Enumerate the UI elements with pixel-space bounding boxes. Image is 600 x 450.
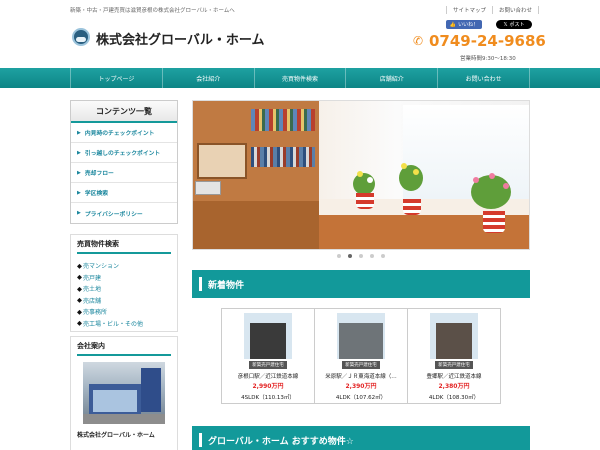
company-info-box: 会社案内 株式会社グローバル・ホーム xyxy=(70,336,178,450)
business-hours: 営業時間9:30～18:30 xyxy=(460,56,516,62)
listing-station: 米原駅／ＪＲ東海道本線（… xyxy=(325,374,397,380)
company-logo-icon[interactable] xyxy=(72,28,90,46)
search-link-land[interactable]: ◆ 売土地 xyxy=(77,283,171,295)
listing-station: 豊郷駅／近江鉄道本線 xyxy=(426,374,482,380)
triangle-right-icon: ▶ xyxy=(77,129,81,136)
listing-price: 2,390万円 xyxy=(345,383,377,390)
thumbs-up-icon: 👍 xyxy=(449,21,457,28)
diamond-bullet-icon: ◆ xyxy=(77,319,82,328)
slider-dot[interactable] xyxy=(348,254,352,258)
sidebar-item-moving-checkpoints[interactable]: ▶ 引っ越しのチェックポイント xyxy=(71,143,177,163)
search-link-label: 売戸建 xyxy=(83,274,102,282)
x-logo-icon: 𝕏 xyxy=(503,21,508,28)
sidebar-item-school-search[interactable]: ▶ 学区検索 xyxy=(71,183,177,203)
slider-dots xyxy=(192,254,530,258)
company-name[interactable]: 株式会社グローバル・ホーム xyxy=(96,29,264,48)
phone-icon: ✆ xyxy=(413,33,424,48)
contents-title: コンテンツ一覧 xyxy=(71,101,177,123)
new-listings-heading: 新着物件 xyxy=(192,270,530,298)
top-links: サイトマップ お問い合わせ xyxy=(446,6,540,14)
contents-box: コンテンツ一覧 ▶ 内見時のチェックポイント ▶ 引っ越しのチェックポイント ▶ 売却… xyxy=(70,100,178,224)
site-tagline: 新築・中古・戸建売買は滋賀彦根の株式会社グローバル・ホームへ xyxy=(70,8,235,14)
search-link-label: 売マンション xyxy=(83,263,120,271)
nav-top-page[interactable]: トップページ xyxy=(70,68,162,88)
triangle-right-icon: ▶ xyxy=(77,169,81,176)
nav-property-search[interactable]: 売買物件検索 xyxy=(253,68,346,88)
hero-slider[interactable] xyxy=(192,100,530,250)
like-label: いいね！ xyxy=(458,22,479,28)
sidebar-item-label: プライバシーポリシー xyxy=(84,211,143,218)
sidebar-item-label: 内見時のチェックポイント xyxy=(84,131,155,137)
listing-tag: 新築売戸建住宅 xyxy=(342,361,380,369)
sidebar: コンテンツ一覧 ▶ 内見時のチェックポイント ▶ 引っ越しのチェックポイント ▶ 売却… xyxy=(70,100,178,450)
sidebar-item-label: 引っ越しのチェックポイント xyxy=(84,151,161,157)
property-search-box: 売買物件検索 ◆ 売マンション ◆ 売戸建 ◆ 売土地 ◆ 売店舗 ◆ 売事務所 ◆ 売工場… xyxy=(70,234,178,332)
sidebar-item-viewing-checkpoints[interactable]: ▶ 内見時のチェックポイント xyxy=(71,123,177,143)
triangle-right-icon: ▶ xyxy=(77,210,81,216)
diamond-bullet-icon: ◆ xyxy=(77,296,82,305)
listing-photo[interactable] xyxy=(337,313,385,359)
slider-dot[interactable] xyxy=(370,254,374,258)
company-caption: 株式会社グローバル・ホーム xyxy=(77,432,155,439)
x-post-button[interactable]: 𝕏 ポスト xyxy=(496,20,532,29)
search-link-factory[interactable]: ◆ 売工場・ビル・その他 xyxy=(77,318,171,330)
sidebar-item-sale-flow[interactable]: ▶ 売却フロー xyxy=(71,163,177,183)
phone-number[interactable]: 0749-24-9686 xyxy=(429,32,546,50)
nav-company[interactable]: 会社紹介 xyxy=(161,68,254,88)
diamond-bullet-icon: ◆ xyxy=(77,261,82,270)
listing-tag: 新築売戸建住宅 xyxy=(435,361,473,369)
sidebar-item-privacy-policy[interactable]: ▶ プライバシーポリシー xyxy=(71,203,177,223)
main-nav: トップページ 会社紹介 売買物件検索 店舗紹介 お問い合わせ xyxy=(0,68,600,88)
search-link-condo[interactable]: ◆ 売マンション xyxy=(77,260,171,272)
company-heading: 会社案内 xyxy=(77,341,171,356)
search-heading: 売買物件検索 xyxy=(77,239,171,254)
contact-top-link[interactable]: お問い合わせ xyxy=(492,6,540,14)
diamond-bullet-icon: ◆ xyxy=(77,284,82,293)
diamond-bullet-icon: ◆ xyxy=(77,273,82,282)
storefront-photo[interactable] xyxy=(83,362,165,424)
search-link-label: 売土地 xyxy=(83,286,102,294)
listing-price: 2,380万円 xyxy=(438,383,470,390)
social-buttons: 👍 いいね！ 𝕏 ポスト xyxy=(446,20,532,29)
listing-tag: 新築売戸建住宅 xyxy=(249,361,287,369)
main-content: 新着物件 新築売戸建住宅 彦根口駅／近江鉄道本線 2,990万円 4SLDK（1… xyxy=(192,100,530,450)
search-link-store[interactable]: ◆ 売店舗 xyxy=(77,295,171,307)
diamond-bullet-icon: ◆ xyxy=(77,307,82,316)
listing-layout: 4SLDK（110.13㎡） xyxy=(241,395,295,401)
slider-dot[interactable] xyxy=(337,254,341,258)
listing-price: 2,990万円 xyxy=(252,383,284,390)
post-label: ポスト xyxy=(509,22,525,28)
sitemap-link[interactable]: サイトマップ xyxy=(446,6,492,14)
listing-station: 彦根口駅／近江鉄道本線 xyxy=(237,374,299,380)
listing-photo[interactable] xyxy=(430,313,478,359)
kitchen-slide-image xyxy=(193,101,529,249)
search-link-office[interactable]: ◆ 売事務所 xyxy=(77,306,171,318)
header: 新築・中古・戸建売買は滋賀彦根の株式会社グローバル・ホームへ サイトマップ お問… xyxy=(0,0,600,68)
search-link-label: 売事務所 xyxy=(83,309,108,317)
listing-card[interactable]: 新築売戸建住宅 米原駅／ＪＲ東海道本線（… 2,390万円 4LDK（107.6… xyxy=(315,309,408,403)
sidebar-item-label: 学区検索 xyxy=(84,191,109,197)
listing-photo[interactable] xyxy=(244,313,292,359)
facebook-like-button[interactable]: 👍 いいね！ xyxy=(446,20,482,29)
sidebar-item-label: 売却フロー xyxy=(84,171,114,177)
nav-contact[interactable]: お問い合わせ xyxy=(437,68,530,88)
phone-block: ✆ 0749-24-9686 xyxy=(413,32,546,50)
listing-layout: 4LDK（107.62㎡） xyxy=(335,395,387,401)
slider-dot[interactable] xyxy=(381,254,385,258)
recommended-heading: グローバル・ホーム おすすめ物件☆ xyxy=(192,426,530,450)
slider-dot[interactable] xyxy=(359,254,363,258)
listing-card[interactable]: 新築売戸建住宅 豊郷駅／近江鉄道本線 2,380万円 4LDK（108.30㎡） xyxy=(408,309,500,403)
search-link-house[interactable]: ◆ 売戸建 xyxy=(77,272,171,284)
listing-layout: 4LDK（108.30㎡） xyxy=(428,395,480,401)
listing-card[interactable]: 新築売戸建住宅 彦根口駅／近江鉄道本線 2,990万円 4SLDK（110.13… xyxy=(222,309,315,403)
search-link-label: 売店舗 xyxy=(83,297,102,305)
new-listings: 新築売戸建住宅 彦根口駅／近江鉄道本線 2,990万円 4SLDK（110.13… xyxy=(221,308,501,404)
nav-stores[interactable]: 店舗紹介 xyxy=(345,68,437,88)
search-link-label: 売工場・ビル・その他 xyxy=(83,320,144,328)
triangle-right-icon: ▶ xyxy=(77,149,81,156)
triangle-right-icon: ▶ xyxy=(77,189,81,196)
